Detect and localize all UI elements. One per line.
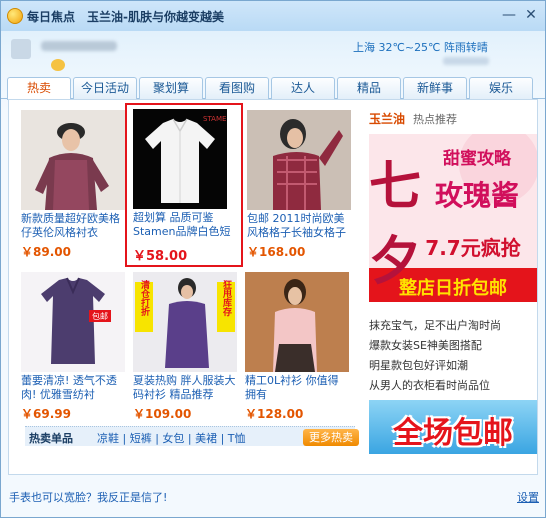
product-card[interactable]: 包邮 2011时尚欧美风格格子长袖女格子 ￥168.00 <box>247 110 351 272</box>
free-shipping-text: 全场包邮 <box>393 416 513 451</box>
product-card-highlighted[interactable]: STAMEN 超划算 品质可鉴 Stamen品牌白色短 ￥58.00 <box>125 103 243 267</box>
more-hot-button[interactable]: 更多热卖 <box>303 429 359 446</box>
product-image[interactable] <box>247 110 351 210</box>
tab-today-events[interactable]: 今日活动 <box>73 77 137 99</box>
footer: 手表也可以宽脸？我反正是信了! 设置 <box>1 475 545 515</box>
headline-item[interactable]: 从男人的衣柜看时尚品位 <box>369 376 537 396</box>
product-description[interactable]: 精工0L衬衫 你值得拥有 <box>245 374 349 402</box>
product-price: ￥109.00 <box>133 407 192 421</box>
headline-item[interactable]: 明星款包包好评如潮 <box>369 356 537 376</box>
tab-boutique[interactable]: 精品 <box>337 77 401 99</box>
product-sticker: 清仓打折 <box>139 279 151 317</box>
product-price: ￥128.00 <box>245 407 304 421</box>
product-card[interactable]: 清仓打折 狂甩库存 夏装热购 胖人服装大码衬衫 精品推荐 ￥109.00 <box>133 272 237 434</box>
product-description[interactable]: 超划算 品质可鉴 Stamen品牌白色短 <box>133 211 233 239</box>
promo-big: 七夕 <box>369 157 422 292</box>
tab-bar: 热卖 今日活动 聚划算 看图购 达人 精品 新鲜事 娱乐 <box>1 77 545 100</box>
product-sticker: 狂甩库存 <box>221 279 233 317</box>
product-price: ￥168.00 <box>247 245 306 259</box>
recommend-brand[interactable]: 玉兰油 <box>369 112 405 126</box>
app-logo-icon <box>7 8 23 24</box>
brand-mark: STAMEN <box>203 115 227 123</box>
tab-entertainment[interactable]: 娱乐 <box>469 77 533 99</box>
product-sticker: 包邮 <box>92 311 108 321</box>
promo-banner[interactable]: 甜蜜攻略 七夕 玫瑰酱 7.7元疯抢 整店日折包邮 <box>369 134 537 302</box>
recommend-tag: 热点推荐 <box>413 113 458 126</box>
minimize-button[interactable]: — <box>501 7 517 23</box>
tab-picture-shop[interactable]: 看图购 <box>205 77 269 99</box>
free-shipping-banner[interactable]: 全场包邮 <box>369 400 537 454</box>
tab-news[interactable]: 新鲜事 <box>403 77 467 99</box>
footer-ad-link[interactable]: 手表也可以宽脸？我反正是信了! <box>9 489 167 505</box>
avatar[interactable] <box>11 39 31 59</box>
username-blurred <box>41 41 117 51</box>
app-name: 每日焦点 <box>27 10 76 24</box>
promo-line1: 甜蜜攻略 <box>443 149 511 169</box>
content-panel: 新款质量超好欧美格仔英伦风格衬衣 ￥89.00 STAMEN 超划算 品质可鉴 … <box>8 99 538 475</box>
product-image[interactable]: 清仓打折 狂甩库存 <box>133 272 237 372</box>
product-image[interactable]: STAMEN <box>133 109 227 209</box>
product-description[interactable]: 蕾要清凉! 透气不透肉! 优雅雪纺衬 <box>21 374 125 402</box>
coin-icon <box>51 59 65 71</box>
product-card[interactable]: 新款质量超好欧美格仔英伦风格衬衣 ￥89.00 <box>21 110 125 272</box>
title-bar[interactable]: 每日焦点 玉兰油-肌肤与你越变越美 — ✕ <box>1 1 545 31</box>
user-strip: 上海 32℃~25℃ 阵雨转晴 <box>1 31 545 75</box>
product-price: ￥58.00 <box>133 249 188 264</box>
promo-line2: 玫瑰酱 <box>434 179 519 212</box>
recommend-header: 玉兰油 热点推荐 <box>369 110 457 127</box>
promo-line3: 7.7元疯抢 <box>425 236 521 260</box>
product-card[interactable]: 包邮 蕾要清凉! 透气不透肉! 优雅雪纺衬 ￥69.99 <box>21 272 125 434</box>
headline-item[interactable]: 抹充宝气，足不出户淘时尚 <box>369 316 537 336</box>
product-description[interactable]: 包邮 2011时尚欧美风格格子长袖女格子 <box>247 212 351 240</box>
headline-item[interactable]: 爆款女装SE神美图搭配 <box>369 336 537 356</box>
weather-detail-blurred <box>443 57 489 65</box>
window-title: 玉兰油-肌肤与你越变越美 <box>87 10 224 24</box>
settings-link[interactable]: 设置 <box>517 489 539 505</box>
product-price: ￥89.00 <box>21 245 71 259</box>
hot-items-bar: 热卖单品 凉鞋 | 短裤 | 女包 | 美裙 | T恤 更多热卖 <box>25 426 359 446</box>
product-image[interactable] <box>21 110 125 210</box>
hot-items-links[interactable]: 凉鞋 | 短裤 | 女包 | 美裙 | T恤 <box>97 430 246 446</box>
tab-experts[interactable]: 达人 <box>271 77 335 99</box>
product-image[interactable] <box>245 272 349 372</box>
headline-list: 抹充宝气，足不出户淘时尚 爆款女装SE神美图搭配 明星款包包好评如潮 从男人的衣… <box>369 316 537 396</box>
popup-window: 每日焦点 玉兰油-肌肤与你越变越美 — ✕ 上海 32℃~25℃ 阵雨转晴 热卖… <box>0 0 546 518</box>
hot-items-title: 热卖单品 <box>29 432 73 445</box>
promo-footer: 整店日折包邮 <box>399 278 507 299</box>
product-price: ￥69.99 <box>21 407 71 421</box>
product-description[interactable]: 新款质量超好欧美格仔英伦风格衬衣 <box>21 212 125 240</box>
product-image[interactable]: 包邮 <box>21 272 125 372</box>
close-button[interactable]: ✕ <box>523 7 539 23</box>
weather-info[interactable]: 上海 32℃~25℃ 阵雨转晴 <box>353 39 488 55</box>
product-card[interactable]: 精工0L衬衫 你值得拥有 ￥128.00 <box>245 272 349 434</box>
tab-group-buy[interactable]: 聚划算 <box>139 77 203 99</box>
product-description[interactable]: 夏装热购 胖人服装大码衬衫 精品推荐 <box>133 374 237 402</box>
tab-hot[interactable]: 热卖 <box>7 77 71 100</box>
